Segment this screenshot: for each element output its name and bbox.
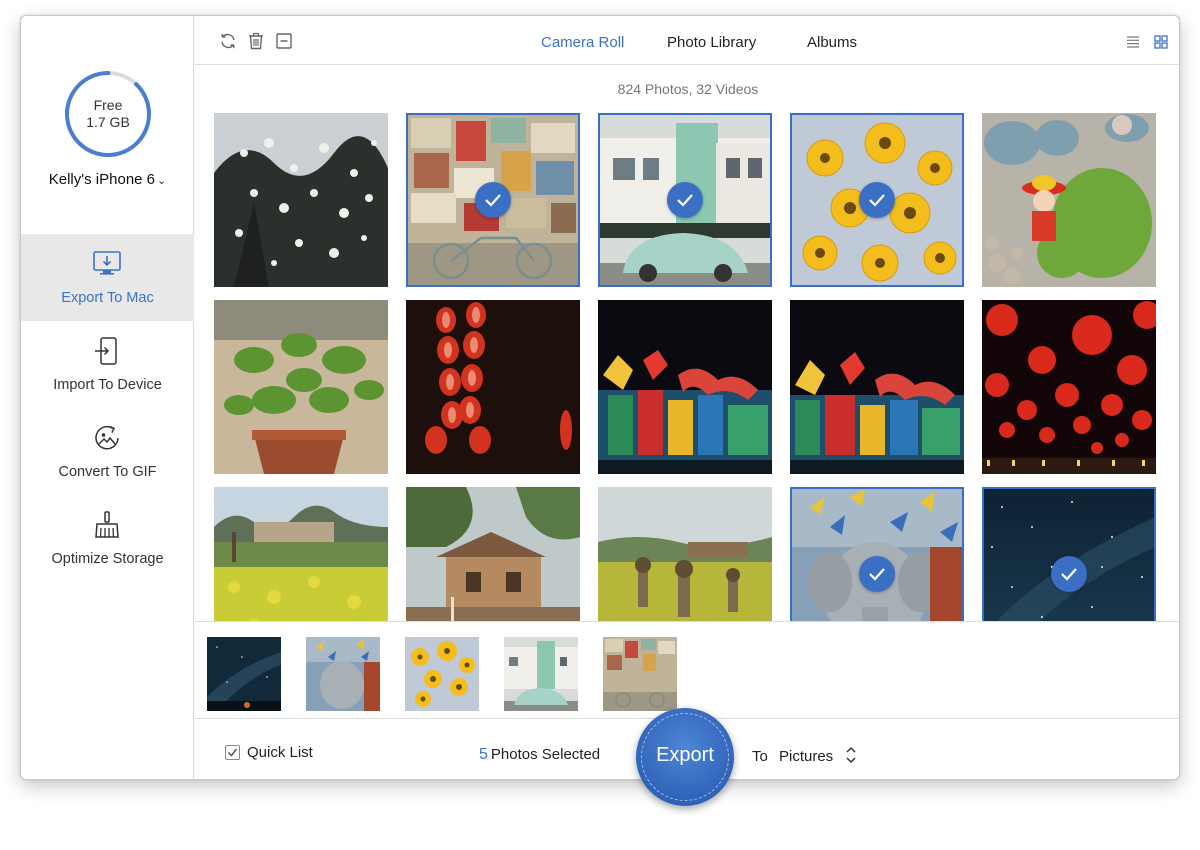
destination-select[interactable]: Pictures <box>779 748 833 765</box>
destination-to-label: To <box>752 748 768 765</box>
gif-convert-icon <box>91 422 123 454</box>
toolbar: Camera Roll Photo Library Albums <box>195 16 1179 65</box>
selected-check-icon <box>475 182 511 218</box>
photo-thumbnail[interactable] <box>406 487 580 621</box>
mini-poster-wall-bicycle <box>603 637 677 711</box>
photo-thumbnail[interactable] <box>982 487 1156 621</box>
nav-label: Export To Mac <box>61 290 154 306</box>
nav-label: Optimize Storage <box>51 551 164 567</box>
photo-lantern-festival-dragon <box>598 300 772 474</box>
quick-list-item[interactable] <box>207 637 281 711</box>
photo-thumbnail[interactable] <box>214 300 388 474</box>
chevron-down-icon: ⌄ <box>157 175 167 187</box>
selected-check-icon <box>667 182 703 218</box>
photo-village-houses-trees <box>406 487 580 621</box>
broom-icon <box>91 509 123 541</box>
tab-albums[interactable]: Albums <box>807 34 857 51</box>
photo-grid <box>214 113 1159 621</box>
grid-view-icon[interactable] <box>1154 35 1168 49</box>
refresh-icon[interactable] <box>219 32 237 50</box>
nav-label: Convert To GIF <box>58 464 157 480</box>
selected-check-icon <box>859 182 895 218</box>
photo-milky-way-night-sky <box>982 487 1156 621</box>
storage-text: Free 1.7 GB <box>64 97 152 131</box>
photo-thumbnail[interactable] <box>406 113 580 287</box>
mini-yellow-daisies <box>405 637 479 711</box>
quick-list-label: Quick List <box>247 744 313 761</box>
photo-red-lanterns-column <box>406 300 580 474</box>
tab-camera-roll[interactable]: Camera Roll <box>541 34 624 51</box>
tab-photo-library[interactable]: Photo Library <box>667 34 756 51</box>
selected-label: Photos Selected <box>490 746 601 763</box>
photo-thumbnail[interactable] <box>598 113 772 287</box>
nav-convert-to-gif[interactable]: Convert To GIF <box>21 408 194 495</box>
minus-box-icon[interactable] <box>275 32 293 50</box>
nav-optimize-storage[interactable]: Optimize Storage <box>21 495 194 582</box>
quick-list-checkbox[interactable] <box>225 745 240 760</box>
photo-elephant-pinwheels <box>790 487 964 621</box>
trash-icon[interactable] <box>247 32 265 50</box>
photo-thumbnail[interactable] <box>982 113 1156 287</box>
storage-free-label: Free <box>93 97 123 113</box>
selected-count: 5 <box>479 746 488 763</box>
photo-succulents-figurine <box>982 113 1156 287</box>
photo-thumbnail[interactable] <box>790 300 964 474</box>
mini-green-building-beetle-car <box>504 637 578 711</box>
quick-list-item[interactable] <box>603 637 677 711</box>
sidebar: Free 1.7 GB Kelly's iPhone 6 ⌄ Export To… <box>21 16 194 779</box>
photo-lantern-festival-dragon-2 <box>790 300 964 474</box>
photo-thumbnail[interactable] <box>598 487 772 621</box>
quick-list-item[interactable] <box>405 637 479 711</box>
quick-list-item[interactable] <box>504 637 578 711</box>
nav-export-to-mac[interactable]: Export To Mac <box>21 234 194 321</box>
photo-thumbnail[interactable] <box>214 487 388 621</box>
photo-thumbnail[interactable] <box>790 487 964 621</box>
photo-thumbnail[interactable] <box>598 300 772 474</box>
list-view-icon[interactable] <box>1126 35 1140 49</box>
checkmark-icon <box>227 748 238 757</box>
mini-milky-way-night-sky <box>207 637 281 711</box>
selected-check-icon <box>1051 556 1087 592</box>
device-import-icon <box>91 335 123 367</box>
monitor-export-icon <box>91 248 123 280</box>
device-selector[interactable]: Kelly's iPhone 6 ⌄ <box>21 171 194 188</box>
export-button[interactable]: Export <box>636 708 734 806</box>
media-count: 824 Photos, 32 Videos <box>617 81 759 97</box>
storage-ring: Free 1.7 GB <box>64 70 152 158</box>
photo-potted-mint-plant <box>214 300 388 474</box>
app-window: Free 1.7 GB Kelly's iPhone 6 ⌄ Export To… <box>20 15 1180 780</box>
selection-status: 5 Photos Selected <box>479 746 600 764</box>
selected-check-icon <box>859 556 895 592</box>
photo-red-lanterns-night <box>982 300 1156 474</box>
mini-elephant-pinwheels <box>306 637 380 711</box>
export-button-label: Export <box>656 744 714 766</box>
photo-thumbnail[interactable] <box>214 113 388 287</box>
photo-garden-scarecrows <box>598 487 772 621</box>
device-name: Kelly's iPhone 6 <box>48 171 156 188</box>
nav-label: Import To Device <box>53 377 162 393</box>
photo-thumbnail[interactable] <box>406 300 580 474</box>
nav-import-to-device[interactable]: Import To Device <box>21 321 194 408</box>
photo-thumbnail[interactable] <box>982 300 1156 474</box>
storage-free-value: 1.7 GB <box>86 114 130 130</box>
photo-white-flowers-tree <box>214 113 388 287</box>
photo-thumbnail[interactable] <box>790 113 964 287</box>
quick-list-item[interactable] <box>306 637 380 711</box>
quick-list-strip <box>195 621 1179 719</box>
up-down-chevron-icon[interactable] <box>845 744 857 766</box>
photo-rapeseed-field-village <box>214 487 388 621</box>
